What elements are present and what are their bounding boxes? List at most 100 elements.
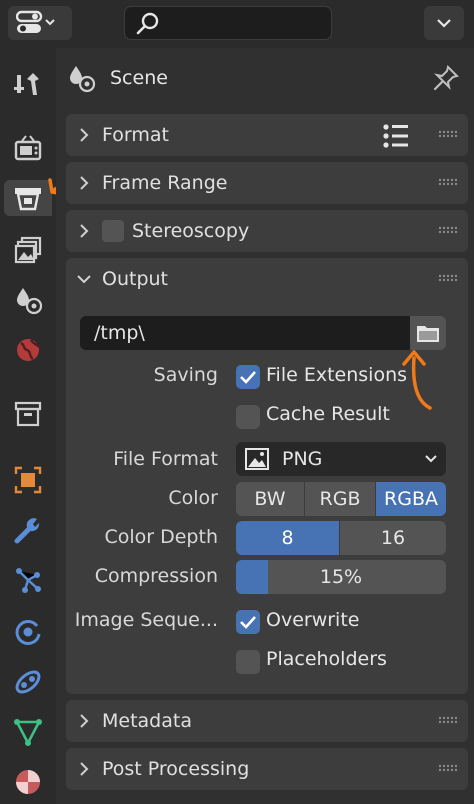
chevron-down-icon xyxy=(425,455,437,463)
presets-list-icon[interactable] xyxy=(382,123,410,149)
drag-grip-icon[interactable] xyxy=(438,274,458,282)
output-printer-icon xyxy=(15,188,41,211)
color-option-rgb[interactable]: RGB xyxy=(305,482,375,516)
render-camera-icon xyxy=(14,135,42,161)
tab-tool[interactable] xyxy=(10,66,46,102)
view-layer-icon xyxy=(14,236,42,264)
color-option-label: RGB xyxy=(319,488,361,510)
drag-grip-icon[interactable] xyxy=(438,130,458,138)
panel-title: Frame Range xyxy=(102,172,228,194)
placeholders-label[interactable]: Placeholders xyxy=(266,648,387,670)
compression-label: Compression xyxy=(94,565,218,587)
output-path-field[interactable]: /tmp\ xyxy=(80,316,410,350)
options-dropdown[interactable] xyxy=(424,6,464,40)
chevron-right-icon xyxy=(80,714,89,728)
panel-metadata[interactable]: Metadata xyxy=(66,700,468,742)
compression-slider-fill xyxy=(236,560,268,594)
tab-material[interactable] xyxy=(10,764,46,800)
color-depth-option-label: 8 xyxy=(281,527,294,549)
properties-editor-icon xyxy=(16,10,55,33)
cache-result-label[interactable]: Cache Result xyxy=(266,403,390,425)
chevron-right-icon xyxy=(80,224,89,238)
chevron-down-icon xyxy=(77,275,91,284)
chevron-right-icon xyxy=(80,128,89,142)
top-bar xyxy=(0,0,474,48)
scene-icon xyxy=(70,66,96,93)
overwrite-checkbox[interactable] xyxy=(236,610,260,634)
collection-box-icon xyxy=(14,401,42,427)
color-depth-option-label: 16 xyxy=(380,527,406,549)
panel-title: Metadata xyxy=(102,710,192,732)
color-depth-label: Color Depth xyxy=(104,526,218,548)
color-option-label: RGBA xyxy=(384,488,438,510)
checkmark-icon xyxy=(240,616,256,629)
world-icon xyxy=(17,339,40,361)
panel-title: Stereoscopy xyxy=(132,220,250,242)
scene-icon xyxy=(17,288,43,315)
annotation-arrow-icon xyxy=(402,350,432,410)
panel-stereoscopy[interactable]: Stereoscopy xyxy=(66,210,468,252)
chevron-down-icon xyxy=(437,19,451,28)
pin-icon[interactable] xyxy=(432,64,460,92)
image-sequence-label: Image Seque... xyxy=(74,609,218,631)
object-icon xyxy=(14,466,42,494)
color-option-bw[interactable]: BW xyxy=(236,482,304,516)
drag-grip-icon[interactable] xyxy=(438,716,458,724)
search-icon xyxy=(136,12,159,35)
tab-particles[interactable] xyxy=(10,562,46,598)
tab-render[interactable] xyxy=(10,130,46,166)
stereoscopy-checkbox[interactable] xyxy=(102,220,124,242)
panel-frame-range[interactable]: Frame Range xyxy=(66,162,468,204)
file-extensions-checkbox[interactable] xyxy=(236,365,260,389)
wrench-icon xyxy=(14,518,40,544)
panel-post-processing[interactable]: Post Processing xyxy=(66,748,468,790)
search-field[interactable] xyxy=(124,6,332,40)
tab-data[interactable] xyxy=(10,714,46,750)
particles-icon xyxy=(16,568,41,593)
page-title: Scene xyxy=(110,67,168,89)
panel-title: Post Processing xyxy=(102,758,250,780)
editor-type-dropdown[interactable] xyxy=(8,6,72,40)
file-format-dropdown[interactable]: PNG xyxy=(236,442,446,476)
output-path-value: /tmp\ xyxy=(94,322,145,344)
material-icon xyxy=(16,770,40,794)
drag-grip-icon[interactable] xyxy=(438,764,458,772)
tool-icon xyxy=(14,73,39,95)
search-input[interactable] xyxy=(165,11,329,37)
drag-grip-icon[interactable] xyxy=(438,178,458,186)
file-extensions-label[interactable]: File Extensions xyxy=(266,364,407,386)
tab-world[interactable] xyxy=(10,332,46,368)
color-depth-option-8[interactable]: 8 xyxy=(236,521,339,555)
file-format-label: File Format xyxy=(113,448,218,470)
physics-icon xyxy=(15,619,41,645)
constraints-icon xyxy=(15,670,41,694)
output-panel-header[interactable]: Output xyxy=(66,258,468,300)
tab-object[interactable] xyxy=(10,462,46,498)
chevron-right-icon xyxy=(80,176,89,190)
compression-slider[interactable]: 15% xyxy=(236,560,446,594)
panel-title: Output xyxy=(102,268,168,290)
overwrite-label[interactable]: Overwrite xyxy=(266,609,359,631)
tab-modifiers[interactable] xyxy=(10,512,46,548)
color-depth-option-16[interactable]: 16 xyxy=(340,521,446,555)
placeholders-checkbox[interactable] xyxy=(236,650,260,674)
compression-value: 15% xyxy=(319,566,363,588)
color-option-label: BW xyxy=(254,488,286,510)
mesh-data-icon xyxy=(14,719,42,746)
panel-format[interactable]: Format xyxy=(66,114,468,156)
tab-constraints[interactable] xyxy=(10,664,46,700)
tab-physics[interactable] xyxy=(10,614,46,650)
properties-tabs-sidebar xyxy=(0,48,56,804)
tab-view-layer[interactable] xyxy=(10,232,46,268)
color-option-rgba[interactable]: RGBA xyxy=(376,482,446,516)
drag-grip-icon[interactable] xyxy=(438,226,458,234)
tab-scene[interactable] xyxy=(10,282,46,318)
file-format-value: PNG xyxy=(282,448,323,470)
cache-result-checkbox[interactable] xyxy=(236,405,260,429)
panel-output: Output /tmp\ Saving File Extensions Cach… xyxy=(66,258,468,694)
chevron-right-icon xyxy=(80,762,89,776)
image-file-icon xyxy=(245,448,269,470)
tab-collection[interactable] xyxy=(10,396,46,432)
saving-label: Saving xyxy=(153,364,218,386)
properties-content: Scene Format Frame Range Stereoscopy Out… xyxy=(56,48,474,804)
